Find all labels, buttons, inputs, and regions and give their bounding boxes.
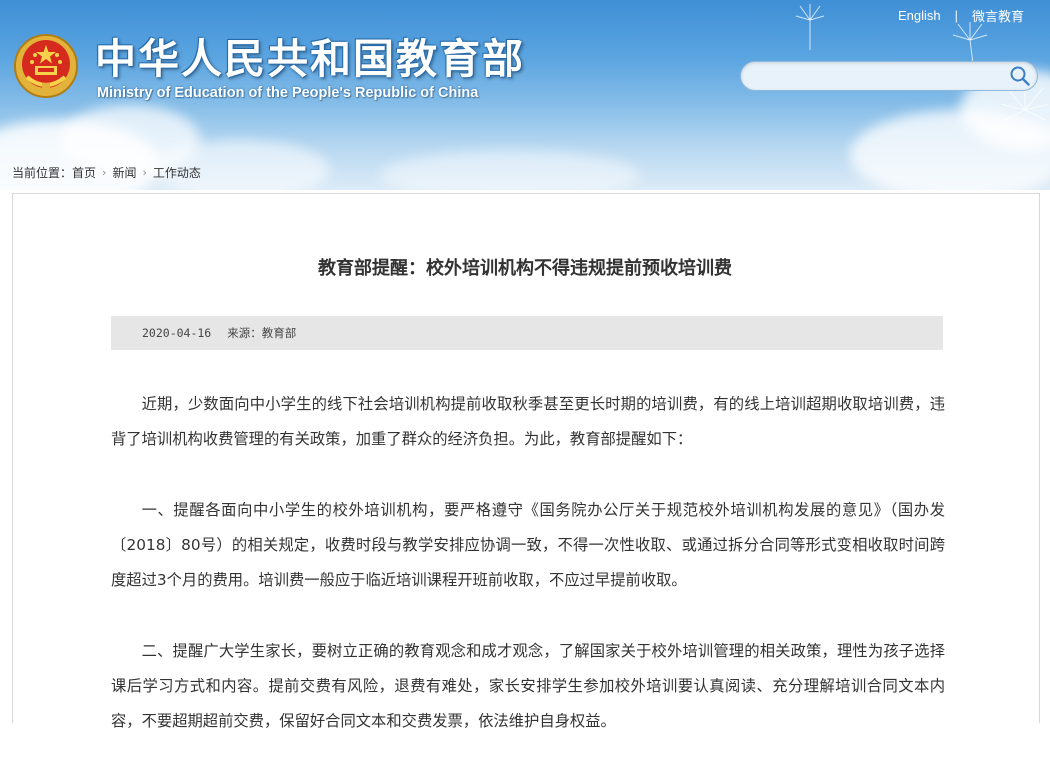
header-cloud	[380, 150, 640, 190]
weibo-link[interactable]: 微言教育	[972, 6, 1024, 25]
search-input[interactable]	[753, 65, 1007, 89]
site-title-english: Ministry of Education of the People's Re…	[97, 85, 479, 101]
site-header: 中华人民共和国教育部 Ministry of Education of the …	[0, 0, 1050, 190]
article-paragraph: 一、提醒各面向中小学生的校外培训机构，要严格遵守《国务院办公厅关于规范校外培训机…	[111, 501, 945, 589]
breadcrumb-work-updates[interactable]: 工作动态	[153, 164, 201, 181]
chevron-right-icon: ›	[102, 166, 107, 179]
article-paragraph: 近期，少数面向中小学生的线下社会培训机构提前收取秋季甚至更长时期的培训费，有的线…	[111, 395, 945, 448]
article-meta-bar: 2020-04-16 来源：教育部	[111, 316, 943, 350]
breadcrumb-label: 当前位置：	[12, 166, 73, 180]
link-separator: |	[954, 8, 958, 23]
article-date: 2020-04-16	[142, 326, 212, 340]
article-paragraph: 二、提醒广大学生家长，要树立正确的教育观念和成才观念，了解国家关于校外培训管理的…	[111, 642, 945, 730]
chevron-right-icon: ›	[142, 166, 147, 179]
breadcrumb: 当前位置： 首页 › 新闻 › 工作动态	[12, 164, 201, 181]
search-icon[interactable]	[1009, 65, 1031, 87]
article-body: 近期，少数面向中小学生的线下社会培训机构提前收取秋季甚至更长时期的培训费，有的线…	[111, 387, 945, 775]
breadcrumb-home[interactable]: 首页	[72, 164, 96, 181]
national-emblem-icon	[14, 34, 78, 98]
english-link[interactable]: English	[898, 8, 941, 23]
article-source: 来源：教育部	[227, 326, 297, 340]
article-title: 教育部提醒：校外培训机构不得违规提前预收培训费	[318, 258, 732, 279]
site-title-chinese: 中华人民共和国教育部	[95, 35, 525, 83]
top-links: English | 微言教育	[898, 6, 1024, 25]
breadcrumb-news[interactable]: 新闻	[112, 164, 136, 181]
search-box	[740, 61, 1038, 91]
